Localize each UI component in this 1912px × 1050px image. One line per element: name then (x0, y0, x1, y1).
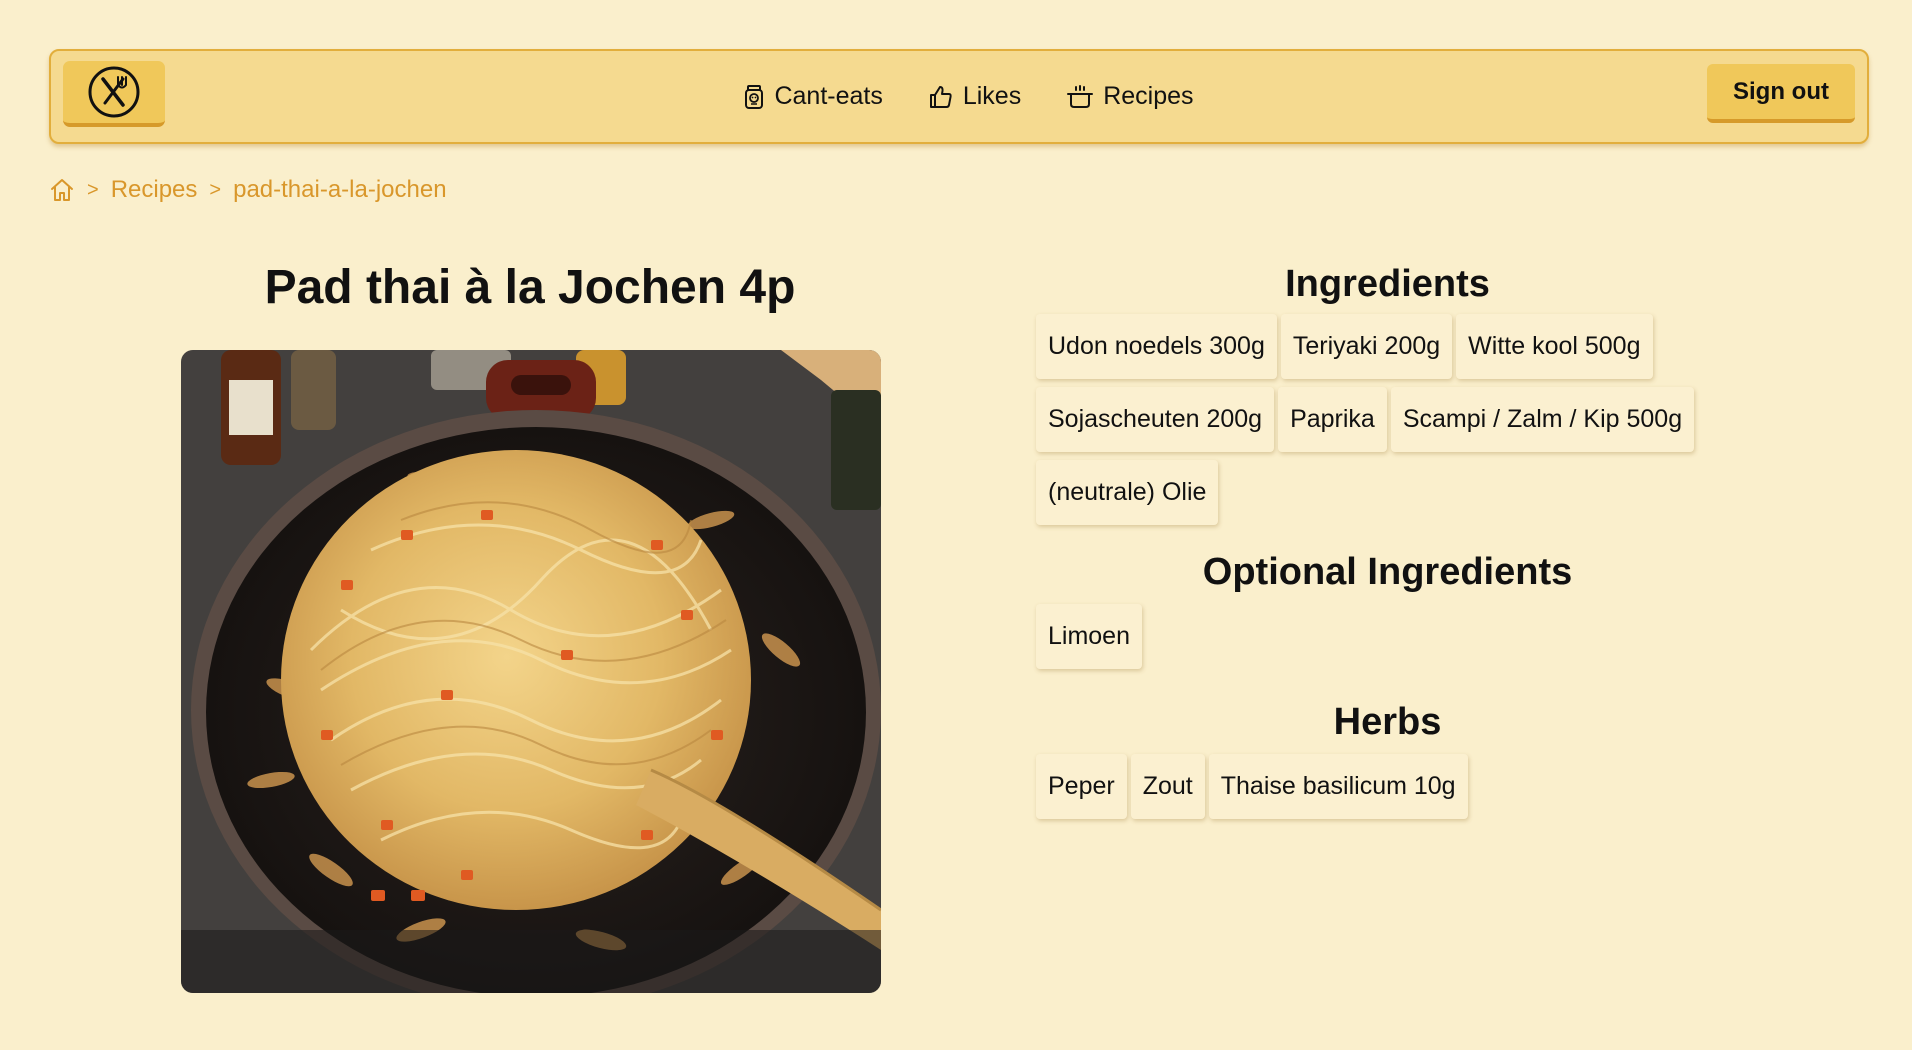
ingredient-chip: Scampi / Zalm / Kip 500g (1390, 387, 1695, 452)
herb-chip: Thaise basilicum 10g (1208, 754, 1468, 819)
nav-label-recipes: Recipes (1103, 82, 1194, 110)
recipe-photo (181, 350, 881, 993)
herb-chip: Zout (1130, 754, 1205, 819)
ingredients-title: Ingredients (1285, 263, 1490, 305)
nav-label-cant-eats: Cant-eats (774, 82, 883, 110)
optional-ingredients-title: Optional Ingredients (1202, 551, 1573, 593)
herbs-title: Herbs (1333, 701, 1442, 743)
sign-out-button[interactable]: Sign out (1707, 64, 1855, 123)
ingredient-chip: (neutrale) Olie (1036, 460, 1219, 525)
herb-chip: Peper (1036, 754, 1127, 819)
ingredient-chip: Udon noedels 300g (1036, 314, 1277, 379)
skull-jar-icon (745, 84, 764, 109)
nav-label-likes: Likes (962, 82, 1022, 110)
nav-item-recipes[interactable]: Recipes (1067, 82, 1194, 111)
optional-ingredients-list: Limoen (1036, 604, 1736, 673)
main-nav: Cant-eats Likes Recipes (51, 51, 1867, 142)
optional-ingredient-chip: Limoen (1036, 604, 1142, 669)
ingredient-chip: Sojascheuten 200g (1036, 387, 1275, 452)
home-icon[interactable] (49, 177, 75, 203)
ingredient-chip: Witte kool 500g (1456, 314, 1653, 379)
breadcrumb: > Recipes > pad-thai-a-la-jochen (49, 176, 447, 204)
breadcrumb-recipes[interactable]: Recipes (111, 176, 198, 204)
breadcrumb-separator: > (87, 178, 99, 201)
thumbs-up-icon (929, 85, 952, 108)
cooking-pot-icon (1067, 84, 1094, 108)
ingredient-chip: Teriyaki 200g (1280, 314, 1453, 379)
nav-item-cant-eats[interactable]: Cant-eats (744, 82, 883, 111)
herbs-list: Peper Zout Thaise basilicum 10g (1036, 754, 1736, 823)
ingredient-chip: Paprika (1278, 387, 1387, 452)
nav-item-likes[interactable]: Likes (929, 82, 1021, 111)
top-navbar: Cant-eats Likes Recipes Sign out (49, 49, 1869, 144)
breadcrumb-separator: > (209, 178, 222, 201)
ingredients-list: Udon noedels 300g Teriyaki 200g Witte ko… (1036, 314, 1736, 529)
breadcrumb-current[interactable]: pad-thai-a-la-jochen (233, 176, 446, 204)
recipe-title: Pad thai à la Jochen 4p (264, 261, 796, 314)
